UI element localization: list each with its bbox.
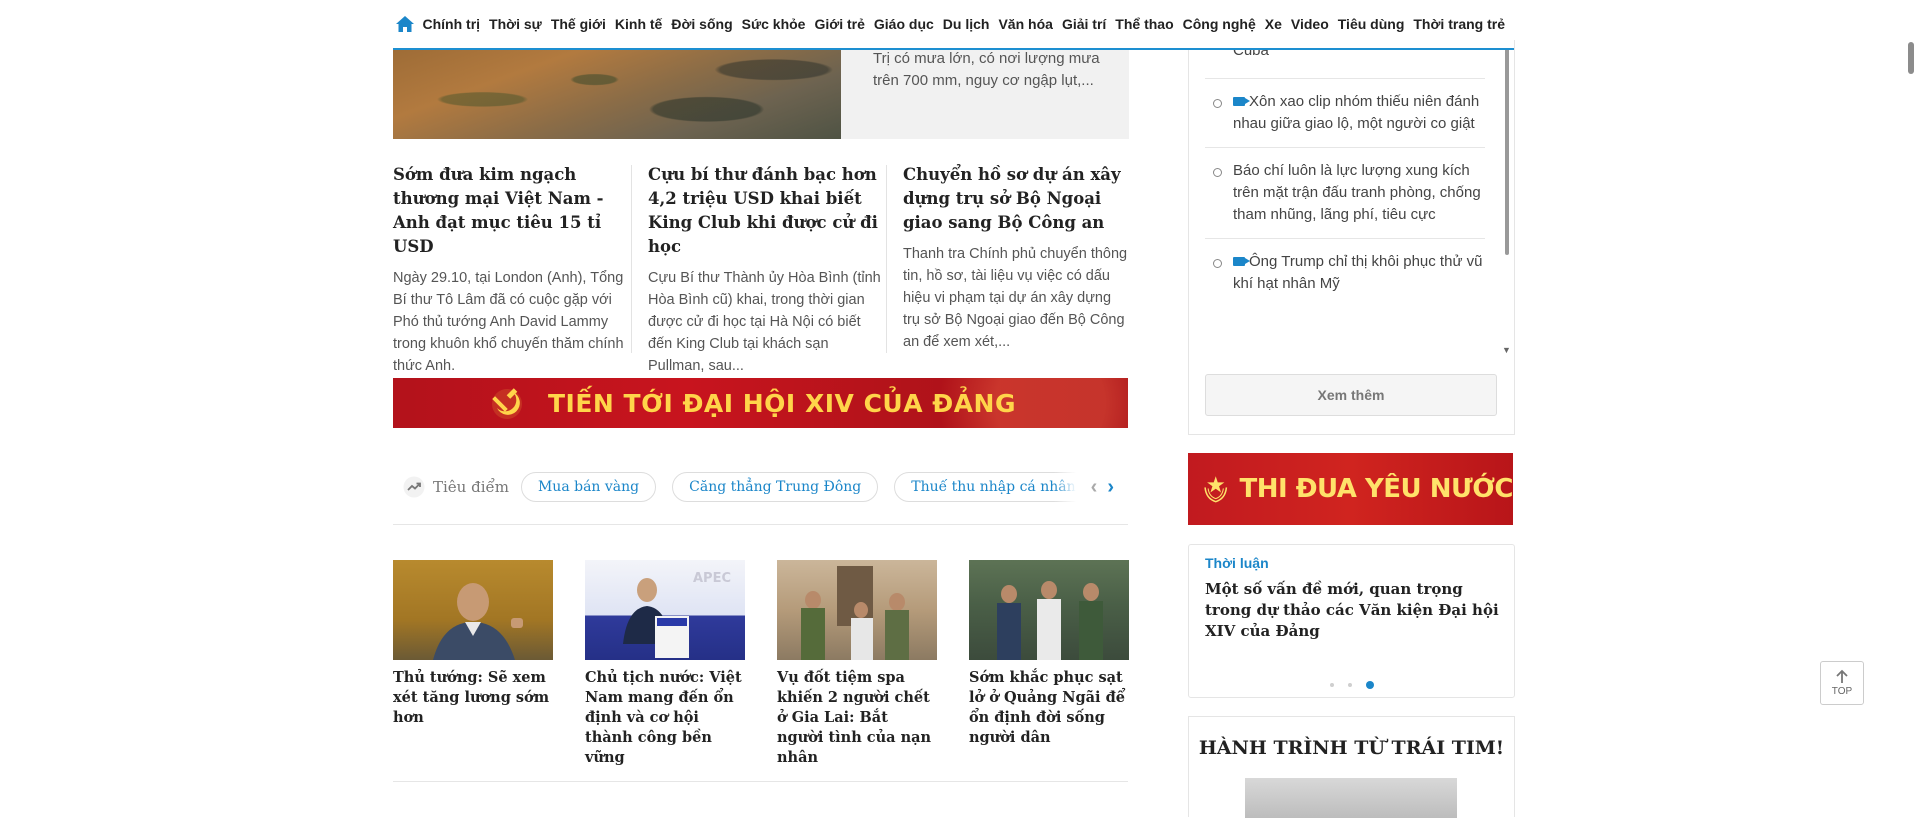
nav-item-the-thao[interactable]: Thể thao <box>1115 16 1173 32</box>
banner-text: TIẾN TỚI ĐẠI HỘI XIV CỦA ĐẢNG <box>548 388 1017 418</box>
trending-label: Tiêu điểm <box>403 476 509 498</box>
carousel-dot[interactable] <box>1347 683 1352 687</box>
news-card[interactable]: APEC Chủ tịch nước: Việt Nam mang đến ổn… <box>585 560 745 768</box>
nav-item-chinh-tri[interactable]: Chính trị <box>423 16 481 32</box>
article-title[interactable]: Cựu bí thư đánh bạc hơn 4,2 triệu USD kh… <box>648 163 888 259</box>
divider <box>886 165 887 353</box>
chevron-left-icon[interactable]: ‹ <box>1091 476 1098 499</box>
card-image[interactable] <box>777 560 937 660</box>
carousel-dot[interactable] <box>1329 683 1334 687</box>
hero-excerpt: Trị có mưa lớn, có nơi lượng mưa trên 70… <box>873 50 1100 89</box>
article-title[interactable]: Sớm đưa kim ngạch thương mại Việt Nam - … <box>393 163 633 259</box>
trending-label-text: Tiêu điểm <box>433 478 509 496</box>
video-camera-icon <box>1233 97 1250 106</box>
back-to-top-label: TOP <box>1831 686 1853 697</box>
scroll-down-icon[interactable]: ▼ <box>1502 345 1511 355</box>
nav-item-tieu-dung[interactable]: Tiêu dùng <box>1338 16 1405 32</box>
article-title[interactable]: Chuyển hồ sơ dự án xây dựng trụ sở Bộ Ng… <box>903 163 1128 235</box>
carousel-dots <box>1189 681 1514 689</box>
list-item[interactable]: Ông Trump chỉ thị khôi phục thử vũ khí h… <box>1205 239 1485 307</box>
back-to-top-button[interactable]: TOP <box>1820 661 1864 705</box>
divider <box>393 524 1128 525</box>
home-icon[interactable] <box>395 13 417 35</box>
trending-tag[interactable]: Căng thẳng Trung Đông <box>672 472 879 502</box>
nav-item-video[interactable]: Video <box>1291 16 1329 32</box>
thoiluan-carousel: Thời luận Một số vấn đề mới, quan trọng … <box>1188 544 1515 698</box>
heart-journey-image[interactable] <box>1245 778 1457 818</box>
nav-item-giao-duc[interactable]: Giáo dục <box>874 16 934 32</box>
bullet-icon <box>1213 99 1222 108</box>
nav-item-thoi-su[interactable]: Thời sự <box>489 16 542 32</box>
banner-text: THI ĐUA YÊU NƯỚC <box>1239 474 1513 504</box>
article-excerpt: Thanh tra Chính phủ chuyển thông tin, hồ… <box>903 246 1128 350</box>
category-label[interactable]: Thời luận <box>1205 555 1269 571</box>
card-title[interactable]: Thủ tướng: Sẽ xem xét tăng lương sớm hơn <box>393 668 553 728</box>
nav-item-doi-song[interactable]: Đời sống <box>671 16 732 32</box>
apec-logo-text: APEC <box>693 571 731 586</box>
article-3[interactable]: Chuyển hồ sơ dự án xây dựng trụ sở Bộ Ng… <box>903 163 1128 353</box>
star-emblem-icon <box>1204 476 1228 503</box>
nav-item-thoi-trang-tre[interactable]: Thời trang trẻ <box>1413 16 1505 32</box>
video-camera-icon <box>1233 257 1250 266</box>
nav-item-the-gioi[interactable]: Thế giới <box>551 16 606 32</box>
nav-item-suc-khoe[interactable]: Sức khỏe <box>742 16 806 32</box>
see-more-button[interactable]: Xem thêm <box>1205 374 1497 416</box>
hero-flood-image[interactable] <box>393 40 841 139</box>
section-heading[interactable]: HÀNH TRÌNH TỪ TRÁI TIM! <box>1189 737 1514 759</box>
article-2[interactable]: Cựu bí thư đánh bạc hơn 4,2 triệu USD kh… <box>648 163 888 377</box>
list-item-text[interactable]: Ông Trump chỉ thị khôi phục thử vũ khí h… <box>1233 253 1483 292</box>
nav-item-gioi-tre[interactable]: Giới trẻ <box>814 16 864 32</box>
chevron-right-icon[interactable]: › <box>1107 476 1114 499</box>
trending-tag[interactable]: Mua bán vàng <box>520 472 657 502</box>
news-card[interactable]: Thủ tướng: Sẽ xem xét tăng lương sớm hơn <box>393 560 553 728</box>
nav-item-giai-tri[interactable]: Giải trí <box>1062 16 1106 32</box>
list-item-text[interactable]: Xôn xao clip nhóm thiếu niên đánh nhau g… <box>1233 93 1479 132</box>
nav-item-cong-nghe[interactable]: Công nghệ <box>1183 16 1256 32</box>
bullet-icon <box>1213 259 1222 268</box>
nav-item-van-hoa[interactable]: Văn hóa <box>998 16 1052 32</box>
divider <box>631 165 632 353</box>
page-scrollbar[interactable] <box>1908 42 1914 74</box>
sidebar-latest-list: Cuba Xôn xao clip nhóm thiếu niên đánh n… <box>1205 40 1485 307</box>
nav-item-kinh-te[interactable]: Kinh tế <box>615 16 662 32</box>
list-item-text[interactable]: Báo chí luôn là lực lượng xung kích trên… <box>1233 162 1481 223</box>
nav-item-du-lich[interactable]: Du lịch <box>943 16 990 32</box>
heart-journey-box: HÀNH TRÌNH TỪ TRÁI TIM! <box>1188 716 1515 818</box>
card-title[interactable]: Vụ đốt tiệm spa khiến 2 người chết ở Gia… <box>777 668 937 768</box>
sidebar-scrollbar[interactable] <box>1505 45 1509 255</box>
card-image[interactable]: APEC <box>585 560 745 660</box>
thi-dua-banner[interactable]: THI ĐUA YÊU NƯỚC <box>1188 453 1513 525</box>
carousel-dot-active[interactable] <box>1365 681 1374 689</box>
list-item[interactable]: Báo chí luôn là lực lượng xung kích trên… <box>1205 148 1485 239</box>
divider <box>393 781 1128 782</box>
top-nav: Chính trị Thời sự Thế giới Kinh tế Đời s… <box>393 0 1514 50</box>
trending-arrows: ‹ › <box>1054 471 1128 503</box>
news-card[interactable]: Sớm khắc phục sạt lở ở Quảng Ngãi để ổn … <box>969 560 1129 748</box>
article-excerpt: Ngày 29.10, tại London (Anh), Tổng Bí th… <box>393 270 624 374</box>
news-card[interactable]: Vụ đốt tiệm spa khiến 2 người chết ở Gia… <box>777 560 937 768</box>
hammer-sickle-icon <box>492 388 522 419</box>
trending-icon <box>403 476 425 498</box>
card-title[interactable]: Sớm khắc phục sạt lở ở Quảng Ngãi để ổn … <box>969 668 1129 748</box>
card-image[interactable] <box>969 560 1129 660</box>
bullet-icon <box>1213 168 1222 177</box>
nav-item-xe[interactable]: Xe <box>1265 16 1282 32</box>
hero-excerpt-box: Trị có mưa lớn, có nơi lượng mưa trên 70… <box>841 40 1129 139</box>
trending-bar: Tiêu điểm Mua bán vàng Căng thẳng Trung … <box>393 467 1128 507</box>
carousel-title[interactable]: Một số vấn đề mới, quan trọng trong dự t… <box>1205 579 1500 642</box>
arrow-up-icon <box>1836 669 1848 683</box>
card-title[interactable]: Chủ tịch nước: Việt Nam mang đến ổn định… <box>585 668 745 768</box>
article-1[interactable]: Sớm đưa kim ngạch thương mại Việt Nam - … <box>393 163 633 377</box>
list-item[interactable]: Xôn xao clip nhóm thiếu niên đánh nhau g… <box>1205 79 1485 148</box>
dai-hoi-banner[interactable]: TIẾN TỚI ĐẠI HỘI XIV CỦA ĐẢNG <box>393 378 1128 428</box>
card-image[interactable] <box>393 560 553 660</box>
article-excerpt: Cựu Bí thư Thành ủy Hòa Bình (tỉnh Hòa B… <box>648 270 881 374</box>
